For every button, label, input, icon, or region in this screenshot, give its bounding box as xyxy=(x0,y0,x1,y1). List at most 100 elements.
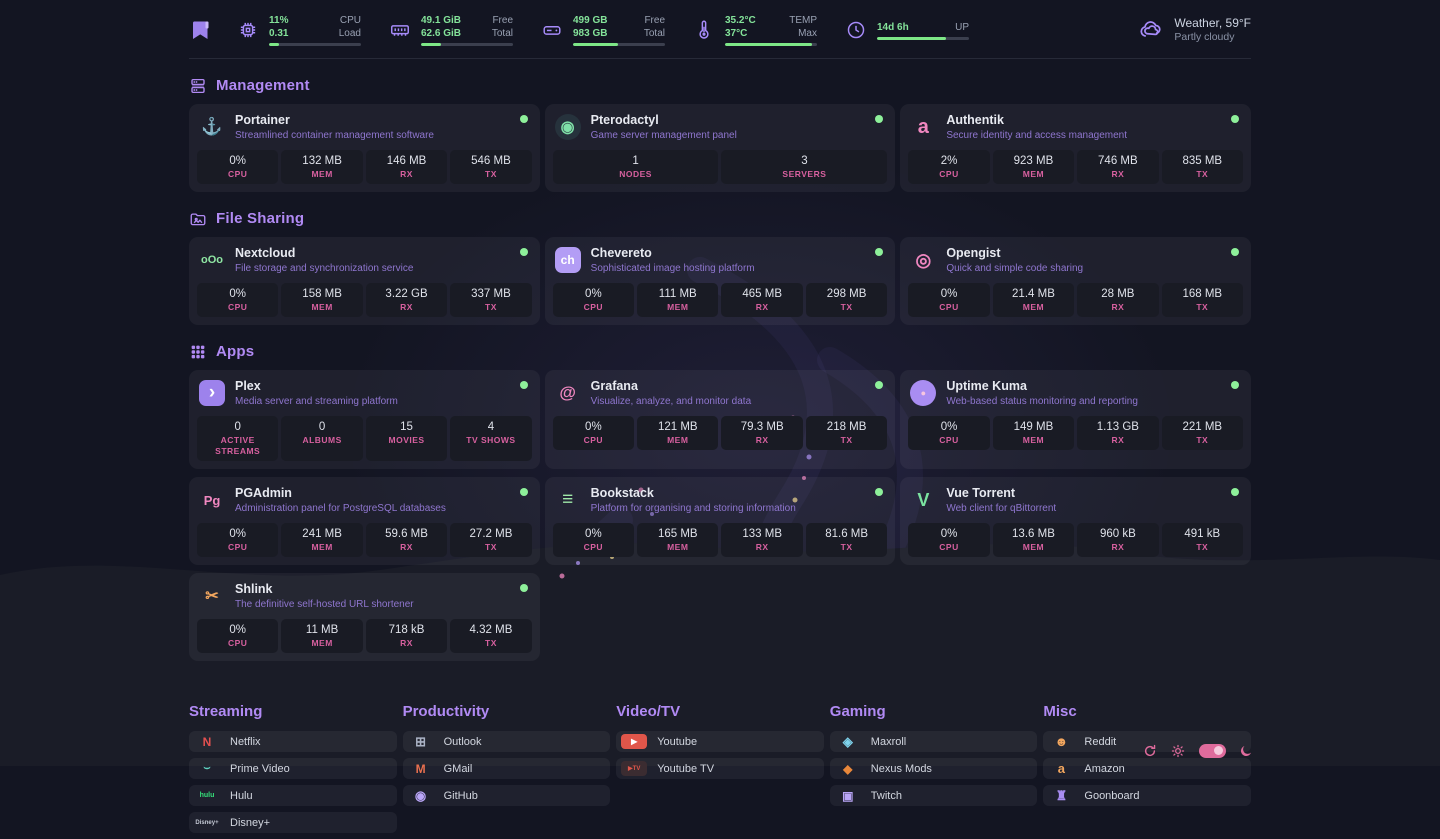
service-card-pterodactyl[interactable]: ◉PterodactylGame server management panel… xyxy=(545,104,896,192)
opengist-icon: ◎ xyxy=(910,247,936,273)
stat-cell: 149 MBMEM xyxy=(993,416,1074,450)
stat-value: 0% xyxy=(197,287,278,301)
moon-icon[interactable] xyxy=(1239,743,1254,758)
stat-label: MEM xyxy=(637,542,718,553)
stat-cell: 718 kBRX xyxy=(366,619,447,653)
service-card-uptime-kuma[interactable]: ●Uptime KumaWeb-based status monitoring … xyxy=(900,370,1251,469)
bookmark-netflix[interactable]: NNetflix xyxy=(189,731,397,752)
service-stats: 0%CPU158 MBMEM3.22 GBRX337 MBTX xyxy=(197,283,532,317)
stat-cell: 28 MBRX xyxy=(1077,283,1158,317)
temperature-widget: 35.2°CTEMP37°CMax xyxy=(693,14,817,46)
stat-value: 0 xyxy=(281,420,362,434)
service-description: Quick and simple code sharing xyxy=(946,262,1083,275)
hulu-icon: hulu xyxy=(194,788,220,803)
stat-cell: 1NODES xyxy=(553,150,719,184)
stat-cell: 111 MBMEM xyxy=(637,283,718,317)
service-name: Authentik xyxy=(946,113,1127,128)
service-stats: 0%CPU13.6 MBMEM960 kBRX491 kBTX xyxy=(908,523,1243,557)
resource-widgets: 11%CPU0.31Load49.1 GiBFree62.6 GiBTotal4… xyxy=(237,14,997,46)
bookmark-goonboard[interactable]: ♜Goonboard xyxy=(1043,785,1251,806)
service-card-plex[interactable]: ›PlexMedia server and streaming platform… xyxy=(189,370,540,469)
service-card-bookstack[interactable]: ≡BookstackPlatform for organising and st… xyxy=(545,477,896,565)
service-card-chevereto[interactable]: chCheveretoSophisticated image hosting p… xyxy=(545,237,896,325)
bookmark-label: Outlook xyxy=(444,736,482,748)
stat-label: MEM xyxy=(993,435,1074,446)
bookmark-github[interactable]: ◉GitHub xyxy=(403,785,611,806)
stat-label: MEM xyxy=(993,302,1074,313)
service-card-grafana[interactable]: @GrafanaVisualize, analyze, and monitor … xyxy=(545,370,896,469)
service-name: Chevereto xyxy=(591,246,755,261)
stat-cell: 165 MBMEM xyxy=(637,523,718,557)
stat-value: 132 MB xyxy=(281,154,362,168)
bookmark-amazon[interactable]: aAmazon xyxy=(1043,758,1251,779)
theme-toggle[interactable] xyxy=(1199,744,1226,758)
service-stats: 0%CPU149 MBMEM1.13 GBRX221 MBTX xyxy=(908,416,1243,450)
service-card-authentik[interactable]: aAuthentikSecure identity and access man… xyxy=(900,104,1251,192)
stat-value: 0% xyxy=(197,154,278,168)
stat-label: MEM xyxy=(281,169,362,180)
service-card-portainer[interactable]: ⚓PortainerStreamlined container manageme… xyxy=(189,104,540,192)
stat-cell: 146 MBRX xyxy=(366,150,447,184)
bookmark-column-video-tv: Video/TV▶Youtube▶TVYoutube TV xyxy=(616,691,824,785)
stat-cell: 3SERVERS xyxy=(721,150,887,184)
service-card-nextcloud[interactable]: oOoNextcloudFile storage and synchroniza… xyxy=(189,237,540,325)
bookmark-youtube-tv[interactable]: ▶TVYoutube TV xyxy=(616,758,824,779)
service-stats: 0%CPU241 MBMEM59.6 MBRX27.2 MBTX xyxy=(197,523,532,557)
stat-cell: 0ALBUMS xyxy=(281,416,362,461)
service-card-pgadmin[interactable]: PgPGAdminAdministration panel for Postgr… xyxy=(189,477,540,565)
stat-value: 337 MB xyxy=(450,287,531,301)
folder-image-icon xyxy=(189,209,208,228)
stat-value: 923 MB xyxy=(993,154,1074,168)
stat-label: TX xyxy=(806,435,887,446)
service-name: Uptime Kuma xyxy=(946,379,1138,394)
service-card-shlink[interactable]: ✂ShlinkThe definitive self-hosted URL sh… xyxy=(189,573,540,661)
bookmark-group-title: Streaming xyxy=(189,703,397,720)
service-card-opengist[interactable]: ◎OpengistQuick and simple code sharing0%… xyxy=(900,237,1251,325)
refresh-icon[interactable] xyxy=(1143,743,1158,758)
bookmark-hulu[interactable]: huluHulu xyxy=(189,785,397,806)
bookmark-prime-video[interactable]: ⌣Prime Video xyxy=(189,758,397,779)
bookmark-youtube[interactable]: ▶Youtube xyxy=(616,731,824,752)
stat-value: 221 MB xyxy=(1162,420,1243,434)
bookmark-label: Youtube TV xyxy=(657,763,714,775)
bookmark-nexus-mods[interactable]: ◆Nexus Mods xyxy=(830,758,1038,779)
bookmark-maxroll[interactable]: ◈Maxroll xyxy=(830,731,1038,752)
stat-value: 81.6 MB xyxy=(806,527,887,541)
section-header-management: Management xyxy=(189,76,1251,95)
stat-value: 111 MB xyxy=(637,287,718,301)
twitch-icon: ▣ xyxy=(835,788,861,803)
weather-widget[interactable]: Weather, 59°F Partly cloudy xyxy=(1138,16,1251,44)
stat-cell: 0%CPU xyxy=(908,416,989,450)
resource-readout: 11%CPU0.31Load xyxy=(269,14,361,46)
stat-value: 15 xyxy=(366,420,447,434)
bookmark-gmail[interactable]: MGMail xyxy=(403,758,611,779)
service-stats: 2%CPU923 MBMEM746 MBRX835 MBTX xyxy=(908,150,1243,184)
resource-readout: 14d 6hUP xyxy=(877,21,969,40)
stat-cell: 0%CPU xyxy=(908,523,989,557)
bookmark-column-streaming: Streaming NNetflix ⌣Prime Video huluHulu Dis… xyxy=(189,691,397,839)
bookmark-twitch[interactable]: ▣Twitch xyxy=(830,785,1038,806)
service-stats: 0%CPU111 MBMEM465 MBRX298 MBTX xyxy=(553,283,888,317)
bookmark-disney-[interactable]: Disney+Disney+ xyxy=(189,812,397,833)
stat-cell: 59.6 MBRX xyxy=(366,523,447,557)
stat-value: 168 MB xyxy=(1162,287,1243,301)
stat-value: 11 MB xyxy=(281,623,362,637)
stat-cell: 79.3 MBRX xyxy=(721,416,802,450)
authentik-icon: a xyxy=(910,114,936,140)
stat-value: 27.2 MB xyxy=(450,527,531,541)
stat-label: MEM xyxy=(281,638,362,649)
stat-cell: 546 MBTX xyxy=(450,150,531,184)
bookmark-label: Reddit xyxy=(1084,736,1116,748)
bookmark-label: Prime Video xyxy=(230,763,290,775)
stat-value: 241 MB xyxy=(281,527,362,541)
temperature-progress-bar xyxy=(725,43,817,46)
stat-cell: 1.13 GBRX xyxy=(1077,416,1158,450)
stat-label: CPU xyxy=(197,542,278,553)
stat-label: MEM xyxy=(637,302,718,313)
bookmark-outlook[interactable]: ⊞Outlook xyxy=(403,731,611,752)
status-dot-online xyxy=(520,248,528,256)
bookmark-label: Disney+ xyxy=(230,817,270,829)
sun-icon[interactable] xyxy=(1171,743,1186,758)
stat-value: 960 kB xyxy=(1077,527,1158,541)
service-card-vue-torrent[interactable]: VVue TorrentWeb client for qBittorrent0%… xyxy=(900,477,1251,565)
